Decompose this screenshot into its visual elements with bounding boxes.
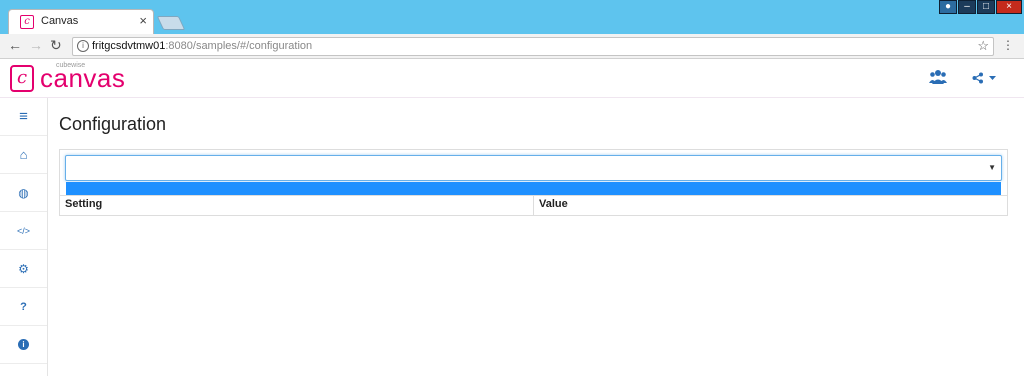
configuration-select[interactable]: ▼ xyxy=(65,155,1002,181)
column-divider xyxy=(533,196,534,216)
column-header-value: Value xyxy=(539,198,568,210)
forward-arrow-icon[interactable]: → xyxy=(29,37,43,53)
browser-menu-icon[interactable]: ⋮ xyxy=(1002,38,1014,52)
sidebar-globe-icon[interactable]: ◍ xyxy=(0,174,47,212)
tab-title: Canvas xyxy=(41,15,79,27)
share-dropdown-icon[interactable] xyxy=(972,71,998,88)
address-bar[interactable]: i fritgcsdvtmw01:8080/samples/#/configur… xyxy=(72,37,994,56)
app-header: c cubewise canvas xyxy=(0,60,1024,98)
sidebar-menu-icon[interactable]: ≡ xyxy=(0,98,47,136)
user-profile-icon[interactable]: ● xyxy=(939,0,957,14)
browser-toolbar: ← → ↻ i fritgcsdvtmw01:8080/samples/#/co… xyxy=(0,34,1024,59)
sidebar-info-icon[interactable]: i xyxy=(0,326,47,364)
logo-text: canvas xyxy=(40,63,126,93)
maximize-button[interactable]: □ xyxy=(977,0,995,14)
window-controls: ● – □ × xyxy=(939,0,1022,14)
canvas-logo-icon: c xyxy=(10,65,34,92)
sidebar-code-icon[interactable]: </> xyxy=(0,212,47,250)
browser-tab[interactable]: c Canvas × xyxy=(8,9,154,34)
new-tab-button[interactable] xyxy=(156,16,186,30)
close-window-button[interactable]: × xyxy=(996,0,1022,14)
page-title: Configuration xyxy=(59,114,167,134)
sidebar-help-icon[interactable]: ? xyxy=(0,288,47,326)
back-arrow-icon[interactable]: ← xyxy=(8,37,22,53)
window-titlebar: c Canvas × ● – □ × xyxy=(0,0,1024,34)
tab-close-button[interactable]: × xyxy=(139,13,147,28)
canvas-favicon-icon: c xyxy=(20,15,34,29)
url-text[interactable]: fritgcsdvtmw01:8080/samples/#/configurat… xyxy=(92,40,312,52)
sidebar-home-icon[interactable]: ⌂ xyxy=(0,136,47,174)
info-icon-glyph: i xyxy=(18,339,29,350)
select-dropdown-highlighted-option[interactable] xyxy=(66,182,1001,196)
bookmark-star-icon[interactable]: ☆ xyxy=(977,38,989,54)
site-info-icon[interactable]: i xyxy=(77,40,89,52)
minimize-button[interactable]: – xyxy=(958,0,976,14)
reload-icon[interactable]: ↻ xyxy=(50,37,62,54)
users-icon[interactable] xyxy=(929,69,947,88)
table-header: Setting Value xyxy=(60,195,1007,216)
chevron-down-icon: ▼ xyxy=(988,163,996,172)
sidebar: ≡ ⌂ ◍ </> ⚙ ? i xyxy=(0,98,48,376)
column-header-setting: Setting xyxy=(65,198,103,210)
sidebar-cogs-icon[interactable]: ⚙ xyxy=(0,250,47,288)
